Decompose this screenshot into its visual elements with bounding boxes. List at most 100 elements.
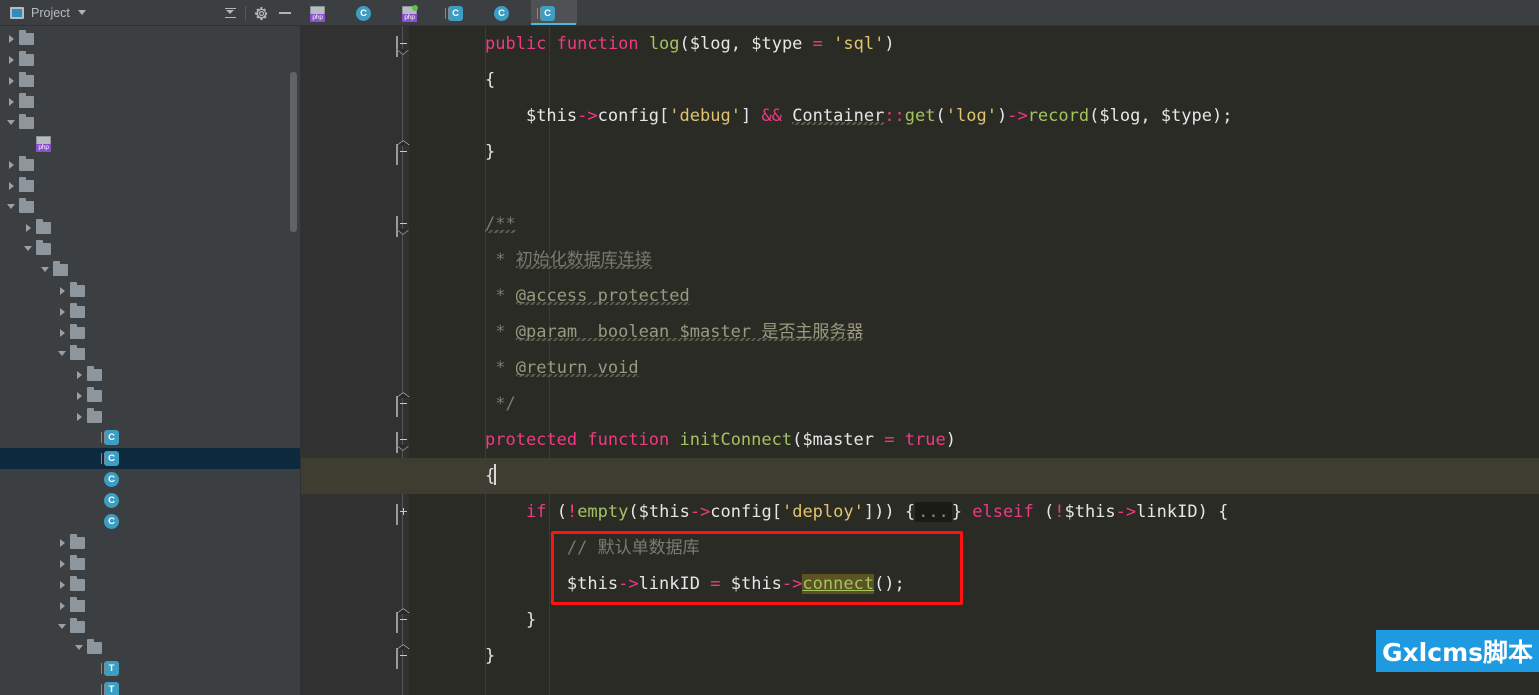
tree-folder-thinkphp[interactable] bbox=[0, 196, 300, 217]
fold-collapse-icon[interactable] bbox=[396, 432, 409, 453]
chevron-right-icon[interactable] bbox=[23, 222, 34, 233]
tree-file-where-php[interactable] bbox=[0, 511, 300, 532]
chevron-right-icon[interactable] bbox=[6, 75, 17, 86]
chevron-right-icon[interactable] bbox=[57, 579, 68, 590]
fold-collapse-icon[interactable] bbox=[396, 140, 410, 165]
chevron-down-icon[interactable] bbox=[6, 201, 17, 212]
code-line: } bbox=[525, 610, 537, 630]
tree-folder-extend[interactable] bbox=[0, 49, 300, 70]
tree-file-query-php[interactable] bbox=[0, 490, 300, 511]
folder-icon bbox=[70, 575, 85, 591]
gutter-line bbox=[301, 134, 409, 170]
chevron-right-icon[interactable] bbox=[6, 54, 17, 65]
tree-folder-facade[interactable] bbox=[0, 574, 300, 595]
code-editor[interactable]: public function log($log, $type = 'sql')… bbox=[301, 26, 1539, 695]
chevron-down-icon[interactable] bbox=[57, 348, 68, 359]
gutter-line bbox=[301, 422, 409, 458]
tree-file-route-php[interactable] bbox=[0, 133, 300, 154]
chevron-right-icon[interactable] bbox=[74, 411, 85, 422]
folder-icon bbox=[19, 29, 34, 45]
tree-folder-builder[interactable] bbox=[0, 364, 300, 385]
folder-icon bbox=[19, 176, 34, 192]
chevron-right-icon[interactable] bbox=[6, 96, 17, 107]
tree-file-attribute-php[interactable] bbox=[0, 658, 300, 679]
gear-icon[interactable] bbox=[249, 1, 273, 25]
tree-folder-runtime[interactable] bbox=[0, 154, 300, 175]
fold-collapse-icon[interactable] bbox=[396, 608, 410, 633]
tree-folder-cache[interactable] bbox=[0, 280, 300, 301]
chevron-right-icon[interactable] bbox=[57, 600, 68, 611]
folder-icon bbox=[70, 617, 85, 633]
tree-folder-lang[interactable] bbox=[0, 217, 300, 238]
tree-folder-exception[interactable] bbox=[0, 406, 300, 427]
chevron-down-icon[interactable] bbox=[77, 10, 86, 15]
fold-collapse-icon[interactable] bbox=[396, 644, 410, 669]
collapse-all-icon[interactable] bbox=[218, 1, 242, 25]
chevron-right-icon[interactable] bbox=[6, 159, 17, 170]
tree-folder-public[interactable] bbox=[0, 91, 300, 112]
chevron-right-icon[interactable] bbox=[57, 537, 68, 548]
tab-database-php[interactable] bbox=[301, 0, 347, 25]
minimize-icon[interactable] bbox=[273, 1, 297, 25]
chevron-right-icon[interactable] bbox=[6, 180, 17, 191]
folder-icon bbox=[87, 638, 102, 654]
project-tree-scrollbar[interactable] bbox=[290, 72, 297, 232]
tree-folder-think[interactable] bbox=[0, 259, 300, 280]
tree-folder-connector[interactable] bbox=[0, 385, 300, 406]
chevron-right-icon[interactable] bbox=[57, 327, 68, 338]
tab-query-php[interactable] bbox=[485, 0, 531, 25]
tree-folder-kaka[interactable] bbox=[0, 70, 300, 91]
tree-folder-script[interactable] bbox=[0, 175, 300, 196]
tree-folder-console[interactable] bbox=[0, 322, 300, 343]
chevron-down-icon[interactable] bbox=[74, 642, 85, 653]
tree-folder-log[interactable] bbox=[0, 595, 300, 616]
tree-file-builder-php[interactable] bbox=[0, 427, 300, 448]
gutter-line bbox=[301, 206, 409, 242]
tab-model-php[interactable] bbox=[439, 0, 485, 25]
chevron-right-icon[interactable] bbox=[57, 285, 68, 296]
tree-folder-config[interactable] bbox=[0, 301, 300, 322]
tree-folder-route[interactable] bbox=[0, 112, 300, 133]
project-panel-header[interactable]: Project bbox=[0, 0, 301, 26]
php-class-icon bbox=[494, 5, 509, 21]
tree-file-expression-php[interactable] bbox=[0, 469, 300, 490]
folder-icon bbox=[70, 344, 85, 360]
editor-code-area[interactable]: public function log($log, $type = 'sql')… bbox=[409, 26, 1539, 695]
tab-testmodel-php[interactable] bbox=[393, 0, 439, 25]
tree-folder-exception[interactable] bbox=[0, 553, 300, 574]
folder-icon bbox=[53, 260, 68, 276]
php-class-icon bbox=[104, 514, 119, 529]
chevron-right-icon[interactable] bbox=[6, 33, 17, 44]
tree-file-conversion-php[interactable] bbox=[0, 679, 300, 695]
chevron-down-icon[interactable] bbox=[57, 621, 68, 632]
tree-folder-db[interactable] bbox=[0, 343, 300, 364]
chevron-down-icon[interactable] bbox=[40, 264, 51, 275]
toolbar-divider bbox=[245, 5, 246, 21]
fold-collapse-icon[interactable] bbox=[396, 216, 409, 237]
tree-folder-concern[interactable] bbox=[0, 637, 300, 658]
folder-icon bbox=[19, 50, 34, 66]
tree-folder-debug[interactable] bbox=[0, 532, 300, 553]
tab-user-php[interactable] bbox=[347, 0, 393, 25]
fold-expand-icon[interactable] bbox=[396, 504, 409, 525]
tree-folder-model[interactable] bbox=[0, 616, 300, 637]
editor-gutter[interactable] bbox=[301, 26, 410, 695]
gutter-line bbox=[301, 98, 409, 134]
php-file-icon bbox=[36, 136, 51, 152]
chevron-down-icon[interactable] bbox=[23, 243, 34, 254]
chevron-right-icon[interactable] bbox=[57, 306, 68, 317]
chevron-right-icon[interactable] bbox=[57, 558, 68, 569]
tree-folder-library[interactable] bbox=[0, 238, 300, 259]
folder-icon bbox=[36, 239, 51, 255]
tree-folder-config[interactable] bbox=[0, 28, 300, 49]
gutter-line bbox=[301, 386, 409, 422]
tree-file-connection-php[interactable] bbox=[0, 448, 300, 469]
fold-collapse-icon[interactable] bbox=[396, 392, 410, 417]
tab-connection-php[interactable] bbox=[531, 0, 577, 25]
folder-icon bbox=[70, 302, 85, 318]
chevron-down-icon[interactable] bbox=[6, 117, 17, 128]
fold-collapse-icon[interactable] bbox=[396, 36, 409, 57]
chevron-right-icon[interactable] bbox=[74, 390, 85, 401]
chevron-right-icon[interactable] bbox=[74, 369, 85, 380]
